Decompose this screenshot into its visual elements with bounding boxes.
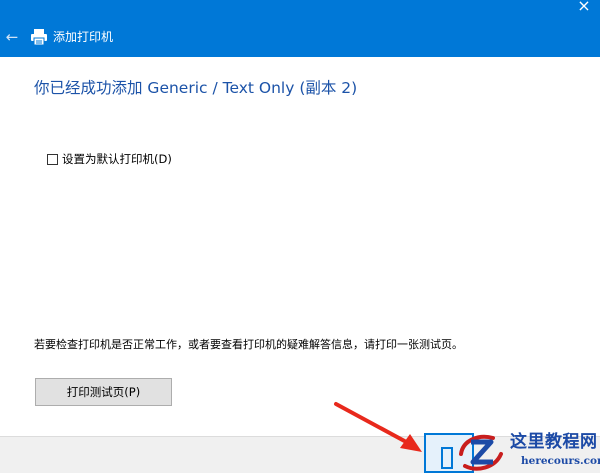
window-title: 添加打印机	[53, 30, 114, 44]
watermark-site-name: 这里教程网	[510, 432, 598, 452]
page-heading: 你已经成功添加 Generic / Text Only (副本 2)	[34, 79, 358, 97]
back-button[interactable]: ←	[2, 27, 22, 47]
title-bar: × ← 添加打印机	[0, 0, 600, 57]
back-arrow-icon: ←	[5, 28, 19, 46]
close-icon: ×	[577, 0, 591, 15]
printer-icon	[31, 29, 47, 46]
close-button[interactable]: ×	[574, 0, 594, 16]
set-default-printer-option[interactable]: 设置为默认打印机(D)	[47, 151, 172, 167]
print-test-page-button[interactable]: 打印测试页(P)	[35, 378, 172, 406]
red-annotation-arrow-icon	[334, 402, 422, 452]
set-default-label: 设置为默认打印机(D)	[62, 152, 172, 166]
watermark-site-url: herecours.com	[521, 455, 600, 467]
watermark-logo-icon	[459, 434, 503, 471]
test-page-info-text: 若要检查打印机是否正常工作，或者要查看打印机的疑难解答信息，请打印一张测试页。	[34, 338, 463, 351]
set-default-checkbox[interactable]	[47, 153, 58, 165]
finish-button-focus-outline	[441, 447, 453, 469]
